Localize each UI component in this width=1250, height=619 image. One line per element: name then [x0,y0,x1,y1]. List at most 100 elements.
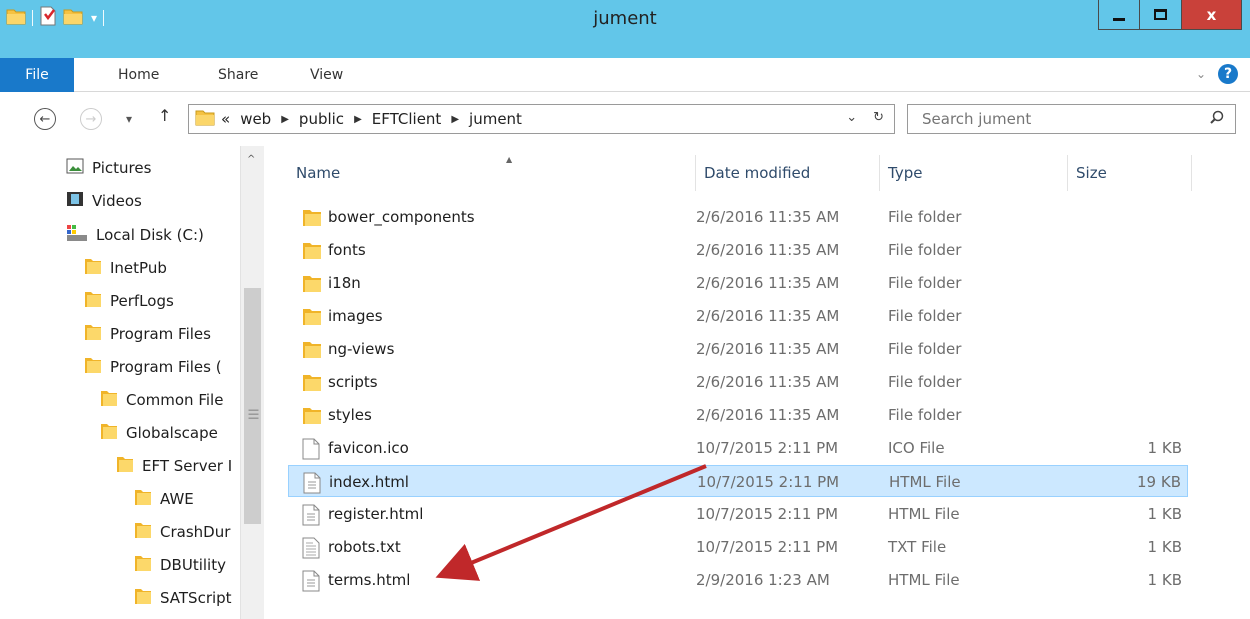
file-name: index.html [329,473,409,491]
folder-icon [134,554,152,576]
folder-icon [134,521,152,543]
ribbon-right: ⌄ ? [1196,64,1238,84]
file-type: File folder [888,307,962,325]
nav-item-label: Globalscape [126,424,218,442]
tab-share[interactable]: Share [218,58,258,92]
nav-item-label: Local Disk (C:) [96,226,204,244]
close-icon: x [1206,5,1217,24]
column-header-type[interactable]: Type [880,155,1068,191]
nav-item-local-disk[interactable]: Local Disk (C:) [66,219,204,251]
search-input[interactable] [922,105,1192,133]
file-row[interactable]: fonts 2/6/2016 11:35 AM File folder [288,234,1188,266]
tab-home[interactable]: Home [118,58,159,92]
breadcrumb-eftclient[interactable]: EFTClient [372,110,442,128]
html-file-icon [302,504,320,530]
search-icon[interactable] [1209,110,1225,130]
file-date-modified: 2/6/2016 11:35 AM [696,373,840,391]
search-box[interactable] [907,104,1236,134]
breadcrumb-public[interactable]: public [299,110,344,128]
expand-ribbon-icon[interactable]: ⌄ [1196,67,1206,81]
back-button[interactable]: ← [34,108,56,130]
folder-icon [302,273,322,297]
nav-item-label: AWE [160,490,194,508]
nav-pane-scrollbar[interactable]: ^ — — — [240,146,264,619]
chevron-right-icon[interactable]: ▶ [354,114,362,125]
breadcrumb-jument[interactable]: jument [469,110,522,128]
nav-item-common-files[interactable]: Common File [100,384,240,416]
ribbon-tabs: File Home Share View ⌄ ? [0,58,1250,92]
nav-item-program-files-x86[interactable]: Program Files ( [84,351,240,383]
scrollbar-grip-icon: — — — [248,403,259,424]
nav-item-videos[interactable]: Videos [66,185,142,217]
videos-icon [66,191,84,211]
file-date-modified: 2/6/2016 11:35 AM [696,406,840,424]
column-header-name[interactable]: ▲ Name [288,155,696,191]
tab-file[interactable]: File [0,58,74,92]
file-type: File folder [888,373,962,391]
file-name: favicon.ico [328,439,409,457]
file-row[interactable]: ng-views 2/6/2016 11:35 AM File folder [288,333,1188,365]
up-arrow-icon[interactable]: ↑ [158,106,171,125]
folder-icon [134,488,152,510]
maximize-button[interactable] [1140,0,1182,30]
file-row[interactable]: favicon.ico 10/7/2015 2:11 PM ICO File 1 KB [288,432,1188,464]
nav-item-label: Common File [126,391,224,409]
nav-item-inetpub[interactable]: InetPub [84,252,167,284]
address-actions: ⌄ ↻ [846,110,884,125]
address-history-icon[interactable]: ⌄ [846,110,857,125]
folder-icon [84,257,102,279]
nav-item-pictures[interactable]: Pictures [66,152,151,184]
nav-item-satscripts[interactable]: SATScript [134,582,240,614]
file-row[interactable]: images 2/6/2016 11:35 AM File folder [288,300,1188,332]
file-date-modified: 10/7/2015 2:11 PM [697,473,840,491]
breadcrumb-web[interactable]: web [240,110,271,128]
folder-icon [302,306,322,330]
file-row[interactable]: bower_components 2/6/2016 11:35 AM File fo… [288,201,1188,233]
file-size: 1 KB [1147,505,1182,523]
file-type: TXT File [888,538,947,556]
address-bar[interactable]: « web ▶ public ▶ EFTClient ▶ jument ⌄ ↻ [188,104,895,134]
scroll-up-icon[interactable]: ^ [247,154,255,165]
file-row[interactable]: styles 2/6/2016 11:35 AM File folder [288,399,1188,431]
breadcrumb-overflow[interactable]: « [221,110,230,128]
nav-item-perflogs[interactable]: PerfLogs [84,285,174,317]
nav-item-globalscape[interactable]: Globalscape [100,417,218,449]
file-row[interactable]: i18n 2/6/2016 11:35 AM File folder [288,267,1188,299]
blank-file-icon [302,438,320,464]
nav-item-dbutility[interactable]: DBUtility [134,549,240,581]
chevron-right-icon[interactable]: ▶ [451,114,459,125]
recent-locations-icon[interactable]: ▾ [126,112,132,126]
folder-icon [100,389,118,411]
file-row[interactable]: register.html 10/7/2015 2:11 PM HTML File 1… [288,498,1188,530]
folder-icon [302,405,322,429]
file-name: images [328,307,383,325]
file-row[interactable]: robots.txt 10/7/2015 2:11 PM TXT File 1 KB [288,531,1188,563]
nav-item-program-files[interactable]: Program Files [84,318,211,350]
column-header-size[interactable]: Size [1068,155,1192,191]
forward-button[interactable]: → [80,108,102,130]
file-row[interactable]: index.html 10/7/2015 2:11 PM HTML File 19 K… [288,465,1188,497]
chevron-right-icon[interactable]: ▶ [281,114,289,125]
nav-item-label: CrashDur [160,523,231,541]
column-label: Date modified [704,164,811,182]
tab-view[interactable]: View [310,58,343,92]
nav-item-eft-server[interactable]: EFT Server I [116,450,240,482]
file-row[interactable]: terms.html 2/9/2016 1:23 AM HTML File 1 KB [288,564,1188,596]
window-title: jument [593,8,657,29]
close-button[interactable]: x [1182,0,1242,30]
file-name: styles [328,406,372,424]
file-date-modified: 2/6/2016 11:35 AM [696,274,840,292]
column-label: Size [1076,164,1107,182]
nav-item-crashdumps[interactable]: CrashDur [134,516,240,548]
refresh-icon[interactable]: ↻ [873,110,884,125]
column-header-date[interactable]: Date modified [696,155,880,191]
help-icon[interactable]: ? [1218,64,1238,84]
file-size: 1 KB [1147,538,1182,556]
folder-icon [302,240,322,264]
file-type: HTML File [889,473,961,491]
file-date-modified: 2/6/2016 11:35 AM [696,307,840,325]
nav-item-awe[interactable]: AWE [134,483,194,515]
navigation-pane: Pictures Videos Local Disk (C:) InetPub … [0,146,266,619]
minimize-button[interactable] [1098,0,1140,30]
file-row[interactable]: scripts 2/6/2016 11:35 AM File folder [288,366,1188,398]
